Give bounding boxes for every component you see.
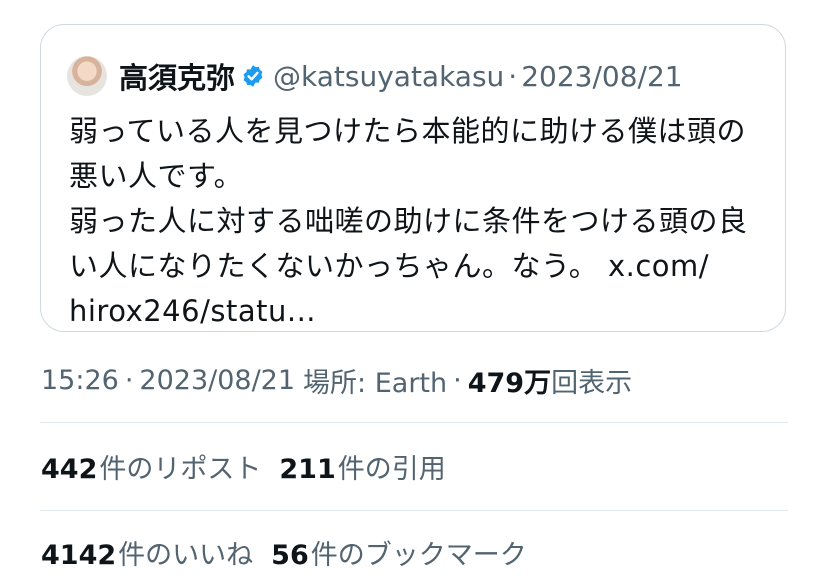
divider <box>40 510 788 511</box>
reposts-count: 442 <box>41 453 98 485</box>
meta-separator: · <box>453 364 462 396</box>
reposts-label: 件のリポスト <box>99 453 262 485</box>
post-time[interactable]: 15:26 <box>41 365 119 396</box>
text-line: 弱った人に対する咄嗟の助けに条件をつける頭の良 <box>69 204 748 238</box>
likes-count: 4142 <box>41 539 117 571</box>
quoted-post-date[interactable]: 2023/08/21 <box>521 60 682 93</box>
stats-row-likes: 4142 件のいいね 56 件のブックマーク <box>41 532 527 572</box>
post-meta: 15:26 · 2023/08/21 場所: Earth · 479万 回表示 <box>41 360 632 400</box>
bookmarks-label: 件のブックマーク <box>310 539 527 571</box>
views-count: 479万 <box>467 367 552 399</box>
avatar[interactable] <box>67 56 107 96</box>
quoted-post-text: 弱っている人を見つけたら本能的に助ける僕は頭の 悪い人です。 弱った人に対する咄… <box>69 109 765 334</box>
verified-badge-icon <box>243 65 263 87</box>
author-handle[interactable]: @katsuyatakasu <box>273 60 504 93</box>
text-line: hirox246/statu... <box>69 294 317 328</box>
stats-row-reposts: 442 件のリポスト 211 件の引用 <box>41 446 446 486</box>
quotes-link[interactable]: 211 件の引用 <box>279 447 445 486</box>
text-line: 悪い人です。 <box>69 159 244 193</box>
likes-link[interactable]: 4142 件のいいね <box>41 533 253 572</box>
divider <box>40 422 788 423</box>
quoted-post-header: 高須克弥 @katsuyatakasu · 2023/08/21 <box>67 56 683 96</box>
bookmarks-link[interactable]: 56 件のブックマーク <box>271 533 527 572</box>
views-label: 回表示 <box>551 367 633 399</box>
text-line: い人になりたくないかっちゃん。なう。 x.com/ <box>69 249 710 283</box>
likes-label: 件のいいね <box>118 539 254 571</box>
meta-separator: · <box>124 364 134 396</box>
post-date[interactable]: 2023/08/21 <box>139 365 295 396</box>
text-line: 弱っている人を見つけたら本能的に助ける僕は頭の <box>69 114 747 148</box>
quotes-label: 件の引用 <box>337 453 446 485</box>
bookmarks-count: 56 <box>271 539 309 571</box>
quotes-count: 211 <box>279 453 336 485</box>
post-location: 場所: Earth <box>303 367 448 399</box>
reposts-link[interactable]: 442 件のリポスト <box>41 447 261 486</box>
quoted-post-card[interactable]: 高須克弥 @katsuyatakasu · 2023/08/21 弱っている人を… <box>40 24 786 332</box>
header-separator: · <box>508 59 518 93</box>
author-name[interactable]: 高須克弥 <box>119 55 235 97</box>
